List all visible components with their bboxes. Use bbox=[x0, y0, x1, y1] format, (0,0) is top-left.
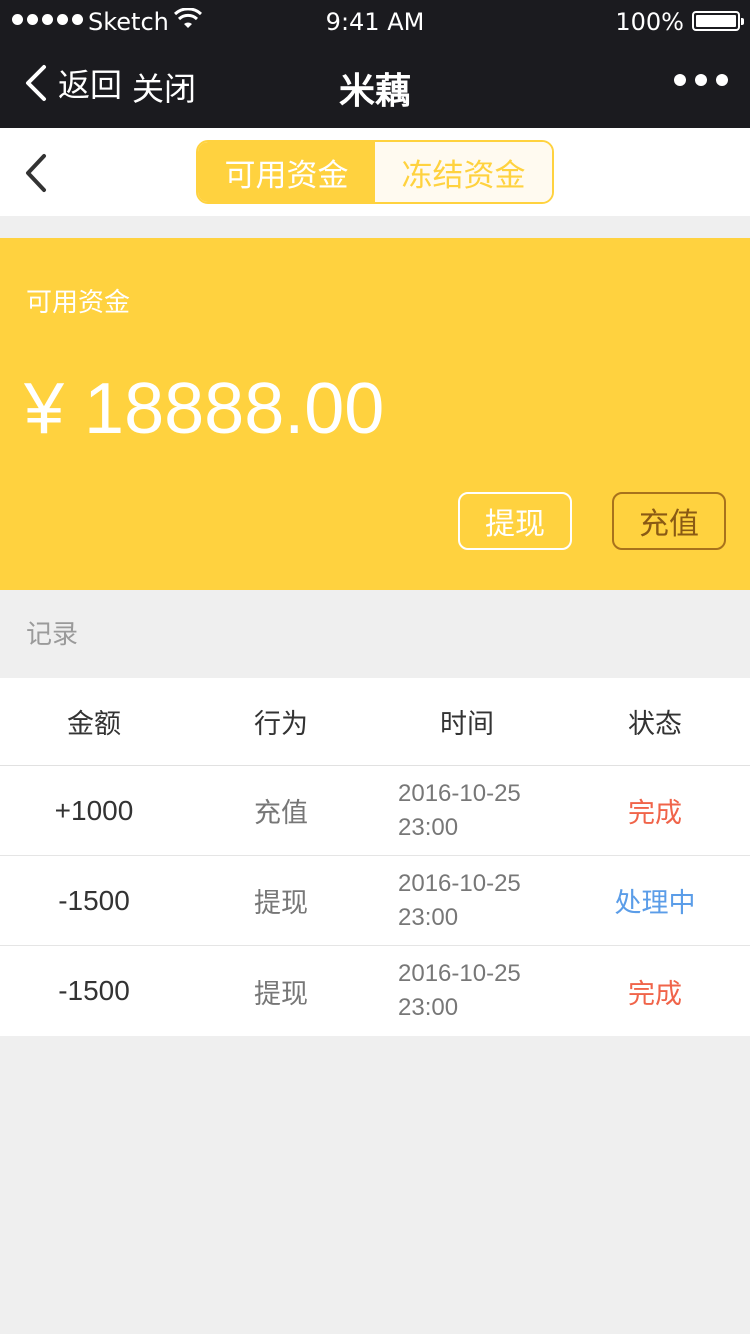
header-action: 行为 bbox=[254, 709, 308, 740]
nav-close-button[interactable]: 关闭 bbox=[132, 64, 196, 110]
recharge-button[interactable]: 充值 bbox=[612, 492, 726, 550]
withdraw-button[interactable]: 提现 bbox=[458, 492, 572, 550]
row-date-text: 2016-10-25 bbox=[398, 779, 521, 807]
row-amount: +1000 bbox=[54, 794, 134, 826]
chevron-left-icon bbox=[26, 65, 46, 101]
row-status: 完成 bbox=[628, 798, 682, 829]
battery-icon bbox=[692, 11, 744, 31]
table-row[interactable]: -1500 提现 2016-10-25 23:00 处理中 bbox=[0, 856, 750, 946]
header-amount: 金额 bbox=[67, 709, 121, 740]
row-time-text: 23:00 bbox=[398, 903, 459, 931]
nav-back-button[interactable]: 返回 bbox=[22, 60, 122, 106]
table-row[interactable]: -1500 提现 2016-10-25 23:00 完成 bbox=[0, 946, 750, 1036]
row-time: 2016-10-25 23:00 bbox=[374, 957, 560, 1025]
top-bar: Sketch 9:41 AM 100% 返回 关闭 米藕 bbox=[0, 0, 750, 128]
row-status: 处理中 bbox=[614, 888, 696, 919]
navigation-bar: 返回 关闭 米藕 bbox=[0, 40, 750, 128]
more-dots-icon[interactable] bbox=[674, 74, 728, 86]
row-action: 充值 bbox=[254, 798, 308, 829]
row-time-text: 23:00 bbox=[398, 994, 459, 1021]
tab-available-funds[interactable]: 可用资金 bbox=[198, 142, 375, 202]
row-time-text: 23:00 bbox=[398, 813, 459, 841]
row-action: 提现 bbox=[254, 978, 308, 1010]
row-status: 完成 bbox=[628, 978, 682, 1010]
row-date-text: 2016-10-25 bbox=[398, 869, 521, 897]
tab-frozen-funds[interactable]: 冻结资金 bbox=[375, 142, 552, 202]
row-time: 2016-10-25 23:00 bbox=[374, 867, 560, 935]
table-header: 金额 行为 时间 状态 bbox=[0, 678, 750, 766]
row-amount: -1500 bbox=[58, 884, 130, 916]
status-bar: Sketch 9:41 AM 100% bbox=[0, 0, 750, 40]
battery-percentage: 100% bbox=[615, 8, 684, 36]
table-row[interactable]: +1000 充值 2016-10-25 23:00 完成 bbox=[0, 766, 750, 856]
row-amount: -1500 bbox=[58, 975, 130, 1006]
segment-header: 可用资金 冻结资金 bbox=[0, 128, 750, 216]
row-action: 提现 bbox=[254, 888, 308, 919]
back-arrow-icon[interactable] bbox=[22, 152, 50, 194]
header-status: 状态 bbox=[628, 709, 682, 740]
balance-amount: ¥ 18888.00 bbox=[24, 369, 385, 449]
balance-card: 可用资金 ¥ 18888.00 提现 充值 bbox=[0, 238, 750, 590]
row-date-text: 2016-10-25 bbox=[398, 960, 521, 987]
balance-label: 可用资金 bbox=[26, 288, 131, 318]
records-section-label: 记录 bbox=[26, 620, 79, 650]
header-time: 时间 bbox=[440, 709, 494, 740]
records-table: 金额 行为 时间 状态 +1000 充值 2016-10-25 23:00 完成… bbox=[0, 678, 750, 1036]
fund-type-segment: 可用资金 冻结资金 bbox=[196, 140, 554, 204]
row-time: 2016-10-25 23:00 bbox=[374, 777, 560, 845]
nav-back-label: 返回 bbox=[58, 66, 123, 104]
